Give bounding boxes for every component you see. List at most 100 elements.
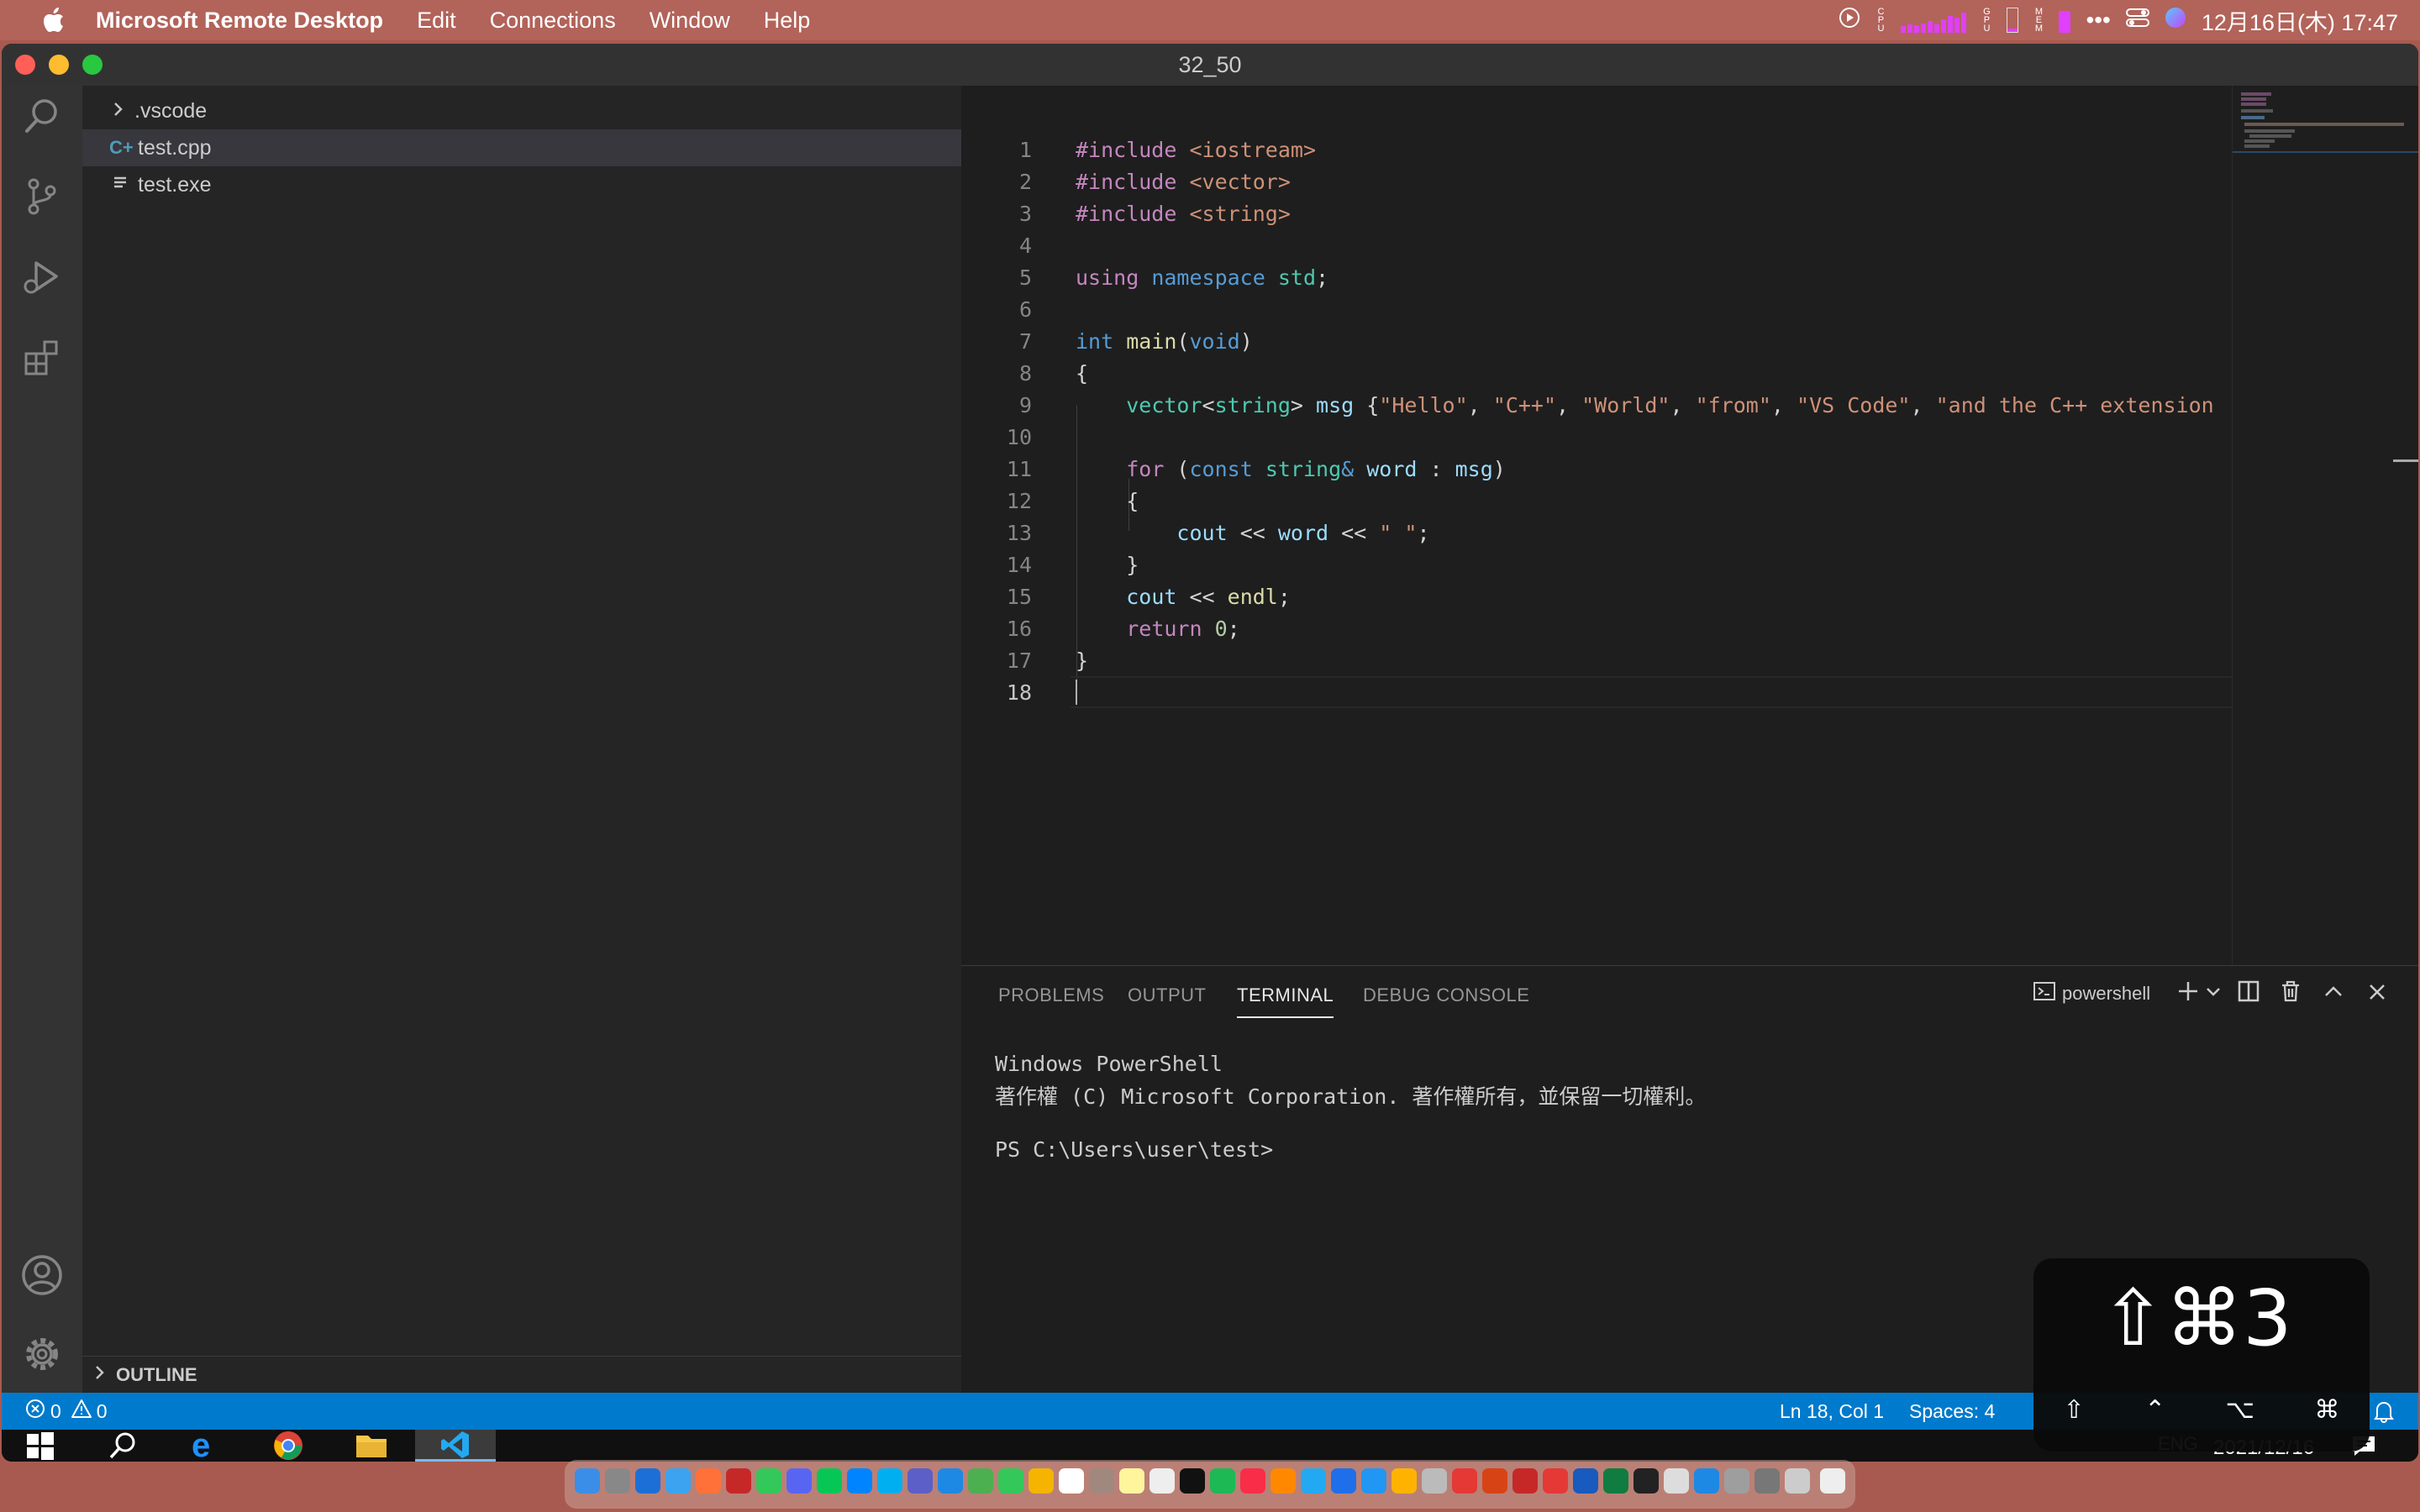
app-icon[interactable]	[1422, 1468, 1447, 1494]
account-icon[interactable]	[18, 1252, 66, 1299]
app-icon[interactable]	[1452, 1468, 1477, 1494]
app-icon[interactable]	[1664, 1468, 1689, 1494]
filezilla-icon[interactable]	[726, 1468, 751, 1494]
menu-window[interactable]: Window	[650, 8, 730, 34]
bell-icon[interactable]	[2373, 1399, 2395, 1428]
tab-problems[interactable]: PROBLEMS	[998, 984, 1104, 1006]
app-icon[interactable]	[1331, 1468, 1356, 1494]
cursor-position[interactable]: Ln 18, Col 1	[1780, 1393, 1884, 1430]
code-line: 17}	[1006, 648, 1089, 673]
app-icon[interactable]	[1512, 1468, 1538, 1494]
close-icon[interactable]	[2366, 981, 2388, 1007]
vscode-dock-icon[interactable]	[1301, 1468, 1326, 1494]
notes-icon[interactable]	[1119, 1468, 1144, 1494]
mem-meter[interactable]	[2059, 8, 2071, 33]
launchpad-icon[interactable]	[605, 1468, 630, 1494]
safari-icon[interactable]	[635, 1468, 660, 1494]
windows-start-icon[interactable]	[25, 1431, 55, 1462]
explorer-item-label: .vscode	[134, 98, 208, 123]
discord-icon[interactable]	[786, 1468, 812, 1494]
vlc-icon[interactable]	[1270, 1468, 1296, 1494]
facetime-icon[interactable]	[998, 1468, 1023, 1494]
app-store-icon[interactable]	[1694, 1468, 1719, 1494]
system-preferences-icon[interactable]	[1724, 1468, 1749, 1494]
maximize-panel-icon[interactable]	[2323, 981, 2344, 1007]
outline-section-header[interactable]: OUTLINE	[82, 1356, 961, 1393]
maps-icon[interactable]	[968, 1468, 993, 1494]
skype-icon[interactable]	[877, 1468, 902, 1494]
messenger-icon[interactable]	[847, 1468, 872, 1494]
teams-icon[interactable]	[908, 1468, 933, 1494]
tab-terminal[interactable]: TERMINAL	[1237, 984, 1334, 1018]
contacts-icon[interactable]	[1089, 1468, 1114, 1494]
more-icon[interactable]: •••	[2086, 7, 2110, 34]
source-control-icon[interactable]	[18, 173, 66, 220]
cpu-meter[interactable]	[1901, 8, 1967, 33]
minimize-window-button[interactable]	[49, 55, 69, 75]
indentation-status[interactable]: Spaces: 4	[1909, 1393, 1995, 1430]
code-editor[interactable]: 1 #include <iostream> 2 #include <vector> …	[961, 86, 2418, 965]
split-terminal-icon[interactable]	[2237, 979, 2260, 1007]
tab-debug-console[interactable]: DEBUG CONSOLE	[1363, 984, 1529, 1006]
word-icon[interactable]	[1573, 1468, 1598, 1494]
new-terminal-icon[interactable]	[2176, 979, 2200, 1007]
terminal-selector[interactable]: powershell	[2033, 981, 2150, 1006]
apple-icon[interactable]	[34, 0, 74, 40]
run-debug-icon[interactable]	[18, 254, 66, 301]
siri-icon[interactable]	[2165, 7, 2186, 34]
problems-status[interactable]: 0 0	[25, 1393, 108, 1430]
gear-icon[interactable]	[18, 1331, 66, 1378]
mail-icon[interactable]	[938, 1468, 963, 1494]
explorer-item-test-cpp[interactable]: C+ test.cpp	[82, 129, 961, 166]
apple-tv-icon[interactable]	[1180, 1468, 1205, 1494]
menu-app-name[interactable]: Microsoft Remote Desktop	[96, 8, 383, 34]
chevron-down-icon[interactable]	[2205, 983, 2222, 1004]
edge-browser-icon[interactable]: e	[192, 1429, 210, 1462]
calendar-icon[interactable]	[1059, 1468, 1084, 1494]
close-window-button[interactable]	[15, 55, 35, 75]
firefox-icon[interactable]	[696, 1468, 721, 1494]
play-icon[interactable]	[1839, 7, 1860, 34]
minimap[interactable]	[2232, 86, 2418, 965]
line-icon[interactable]	[817, 1468, 842, 1494]
remote-desktop-dock-icon[interactable]	[1543, 1468, 1568, 1494]
app-icon[interactable]	[1392, 1468, 1417, 1494]
vscode-taskbar-icon[interactable]	[415, 1430, 496, 1462]
app-icon[interactable]	[1482, 1468, 1507, 1494]
preview-icon[interactable]	[1785, 1468, 1810, 1494]
app-icon[interactable]	[666, 1468, 691, 1494]
music-icon[interactable]	[1240, 1468, 1265, 1494]
finder-icon[interactable]	[575, 1468, 600, 1494]
photos-icon[interactable]	[1028, 1468, 1054, 1494]
excel-icon[interactable]	[1603, 1468, 1628, 1494]
control-center-icon[interactable]	[2125, 8, 2149, 34]
zoom-window-button[interactable]	[82, 55, 103, 75]
code-line: 4	[1018, 233, 1032, 258]
spotify-icon[interactable]	[1210, 1468, 1235, 1494]
trash-icon[interactable]	[2279, 979, 2302, 1007]
search-icon[interactable]	[18, 92, 66, 139]
menu-connections[interactable]: Connections	[490, 8, 616, 34]
code-line: 9 vector<string> msg {"Hello", "C++", "W…	[1018, 392, 2214, 417]
explorer-item-test-exe[interactable]: test.exe	[82, 166, 961, 203]
reminders-icon[interactable]	[1150, 1468, 1175, 1494]
overview-ruler-cursor	[2393, 459, 2418, 462]
tab-output[interactable]: OUTPUT	[1128, 984, 1206, 1006]
menu-edit[interactable]: Edit	[417, 8, 456, 34]
option-key-icon: ⌥	[2225, 1394, 2255, 1425]
file-explorer-icon[interactable]	[355, 1432, 388, 1462]
menu-help[interactable]: Help	[764, 8, 811, 34]
terminal-dock-icon[interactable]	[1634, 1468, 1659, 1494]
messages-icon[interactable]	[756, 1468, 781, 1494]
chevron-right-icon	[113, 99, 134, 123]
app-icon[interactable]	[1754, 1468, 1780, 1494]
explorer-item-vscode-folder[interactable]: .vscode	[82, 92, 961, 129]
code-line: 10	[1006, 424, 1032, 449]
search-icon[interactable]	[108, 1431, 138, 1462]
clock[interactable]: 12月16日(木) 17:47	[2202, 4, 2398, 37]
app-icon[interactable]	[1361, 1468, 1386, 1494]
gpu-meter[interactable]	[2007, 8, 2019, 33]
document-icon[interactable]	[1820, 1468, 1845, 1494]
chrome-browser-icon[interactable]	[272, 1430, 304, 1462]
extensions-icon[interactable]	[18, 334, 66, 381]
